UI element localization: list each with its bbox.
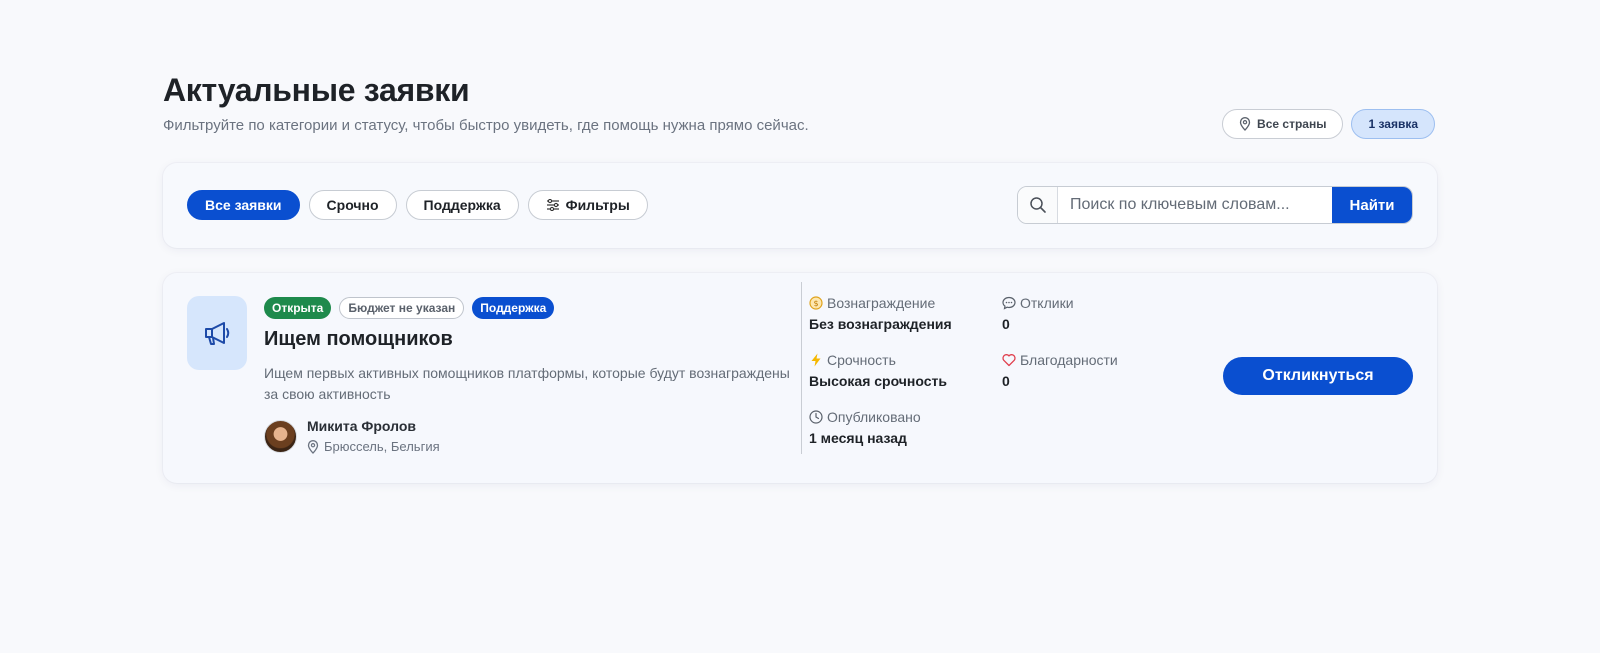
request-badges: Открыта Бюджет не указан Поддержка [264,297,555,319]
svg-text:$: $ [813,299,818,308]
author-location: Брюссель, Бельгия [307,439,440,454]
stat-responses: Отклики 0 [1002,295,1074,332]
chip-urgent-label: Срочно [326,197,379,213]
country-selector-label: Все страны [1257,117,1327,131]
stat-responses-label: Отклики [1020,295,1074,311]
stat-thanks: Благодарности 0 [1002,352,1118,389]
avatar[interactable] [264,419,297,453]
chip-all-requests-label: Все заявки [205,197,282,213]
page-subtitle: Фильтруйте по категории и статусу, чтобы… [163,117,809,134]
heart-icon [1002,354,1016,367]
request-title[interactable]: Ищем помощников [264,328,453,351]
lightning-icon [811,353,821,367]
chip-support-label: Поддержка [423,197,501,213]
request-description: Ищем первых активных помощников платформ… [264,365,790,402]
stat-urgency-value: Высокая срочность [809,373,947,389]
page-title: Актуальные заявки [163,72,470,108]
megaphone-icon [205,322,230,345]
budget-badge: Бюджет не указан [339,297,465,319]
request-card[interactable]: Открыта Бюджет не указан Поддержка Ищем … [163,273,1437,483]
chip-filters-label: Фильтры [565,197,630,213]
coin-icon: $ [809,296,823,310]
stat-reward-value: Без вознаграждения [809,316,952,332]
location-pin-icon [307,439,319,454]
country-selector[interactable]: Все страны [1222,109,1344,139]
category-badge: Поддержка [472,297,555,319]
respond-button[interactable]: Откликнуться [1223,357,1413,395]
stat-reward: $ Вознаграждение Без вознаграждения [809,295,952,332]
location-pin-icon [1239,117,1251,131]
clock-icon [809,410,823,424]
search-icon-box [1018,187,1058,223]
request-category-icon [187,296,247,370]
stat-urgency: Срочность Высокая срочность [809,352,947,389]
stat-responses-value: 0 [1002,316,1010,332]
stat-published-value: 1 месяц назад [809,430,907,446]
filter-bar: Все заявки Срочно Поддержка Фильтры Поис… [163,163,1437,248]
request-count-badge: 1 заявка [1351,109,1435,139]
stat-published-label: Опубликовано [827,409,921,425]
stat-urgency-label: Срочность [827,352,896,368]
stat-published: Опубликовано 1 месяц назад [809,409,921,446]
chip-urgent[interactable]: Срочно [308,190,397,220]
chip-filters[interactable]: Фильтры [527,190,648,220]
request-author[interactable]: Микита Фролов Брюссель, Бельгия [264,418,440,454]
search-input[interactable] [1058,187,1332,223]
search-bar: Найти [1017,186,1413,224]
search-icon [1029,197,1046,213]
speech-bubble-icon [1002,296,1016,310]
card-divider [801,282,802,454]
stat-reward-label: Вознаграждение [827,295,936,311]
sliders-icon [546,199,559,211]
author-location-label: Брюссель, Бельгия [324,439,440,454]
header-meta: Все страны 1 заявка [1222,109,1435,139]
chip-support[interactable]: Поддержка [405,190,519,220]
chip-all-requests[interactable]: Все заявки [187,190,300,220]
stat-thanks-value: 0 [1002,373,1010,389]
status-badge: Открыта [264,297,332,319]
filter-chips: Все заявки Срочно Поддержка Фильтры [187,190,648,220]
stat-thanks-label: Благодарности [1020,352,1118,368]
search-button[interactable]: Найти [1332,187,1412,223]
author-name[interactable]: Микита Фролов [307,418,440,434]
